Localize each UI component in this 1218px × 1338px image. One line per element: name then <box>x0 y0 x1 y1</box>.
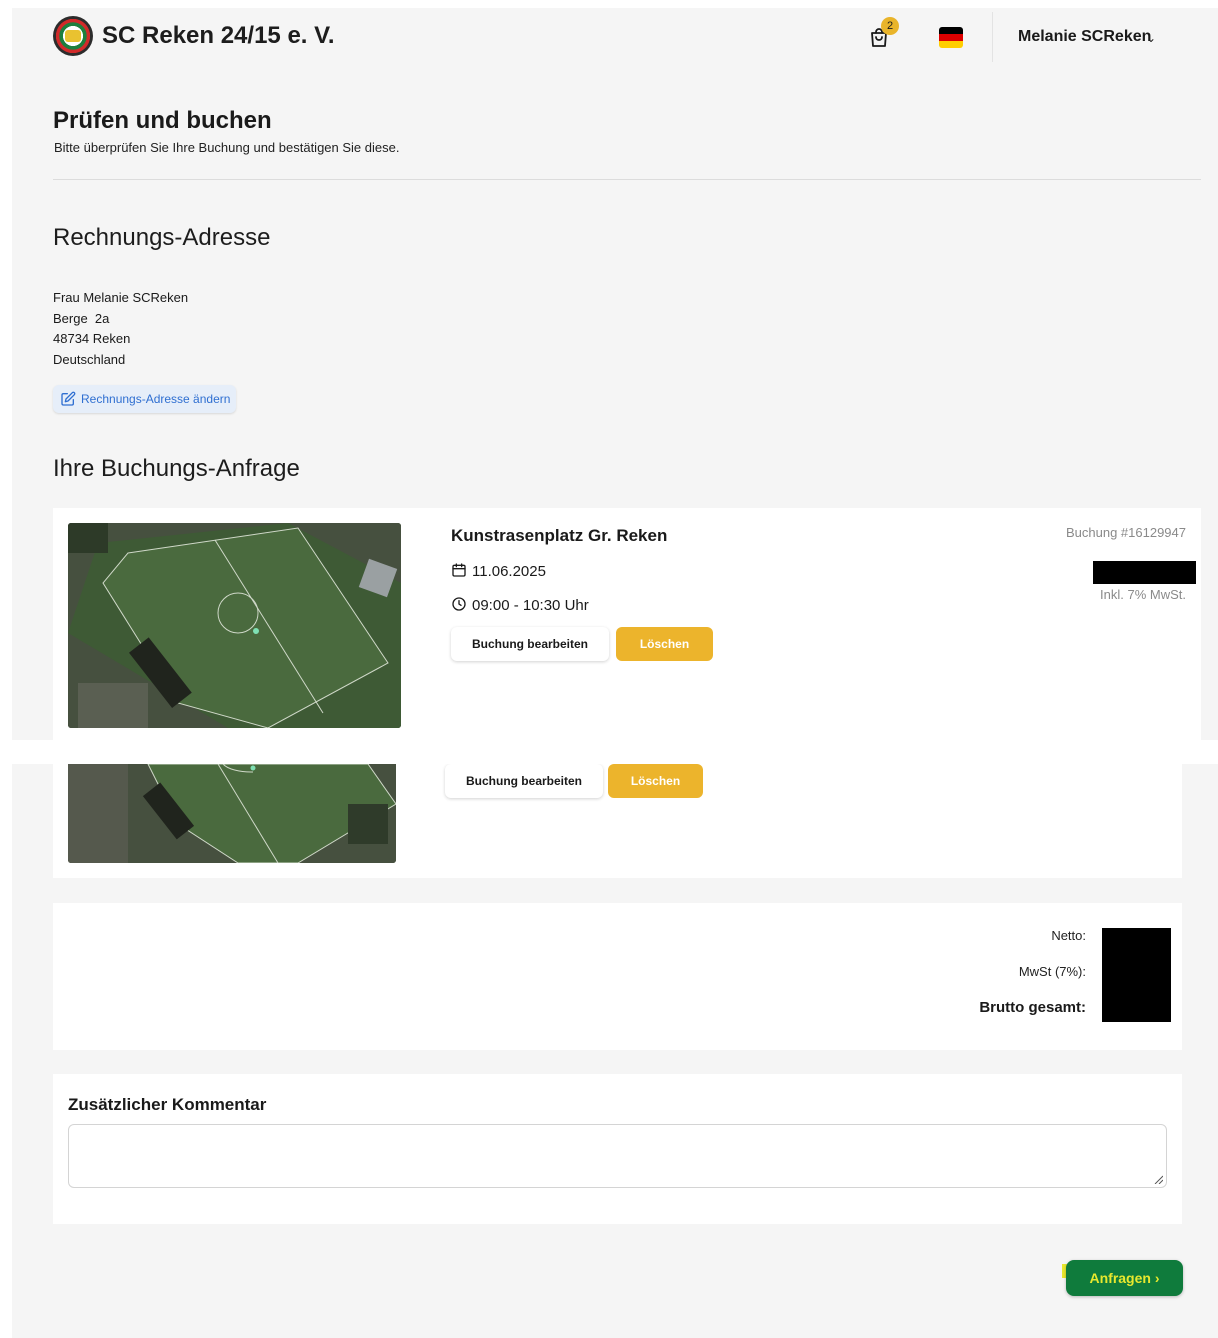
redacted-totals <box>1102 928 1171 1022</box>
address-line: Berge 2a <box>53 310 110 326</box>
edit-icon <box>61 391 76 406</box>
gross-total-label: Brutto gesamt: <box>979 999 1086 1016</box>
billing-address: Frau Melanie SCReken Berge 2a 48734 Reke… <box>53 288 188 370</box>
venue-name: Kunstrasenplatz Gr. Reken <box>451 526 668 545</box>
chevron-down-icon[interactable]: ⌄ <box>1146 31 1156 45</box>
booking-time-text: 09:00 - 10:30 Uhr <box>472 597 589 614</box>
submit-request-button[interactable]: Anfragen › <box>1066 1260 1183 1296</box>
totals-card: Netto: MwSt (7%): Brutto gesamt: <box>53 903 1182 1050</box>
address-line: 48734 Reken <box>53 331 131 347</box>
booking-heading: Ihre Buchungs-Anfrage <box>53 455 300 482</box>
comment-heading: Zusätzlicher Kommentar <box>68 1095 267 1114</box>
edit-billing-address-label: Rechnungs-Adresse ändern <box>81 392 231 406</box>
divider <box>53 179 1201 180</box>
booking-time: 09:00 - 10:30 Uhr <box>451 596 589 614</box>
pitch-aerial-image <box>68 523 401 728</box>
booking-card: Buchung bearbeiten Löschen <box>53 764 1182 878</box>
clock-icon <box>452 597 466 611</box>
user-menu[interactable]: Melanie SCReken <box>1018 28 1151 46</box>
header-divider <box>992 12 993 62</box>
comment-card: Zusätzlicher Kommentar <box>53 1074 1182 1224</box>
delete-booking-button[interactable]: Löschen <box>616 627 713 661</box>
vat-label: MwSt (7%): <box>1018 964 1086 979</box>
address-line: Deutschland <box>53 351 126 367</box>
booking-number: Buchung #16129947 <box>1065 525 1186 540</box>
booking-date: 11.06.2025 <box>451 562 546 580</box>
delete-booking-button[interactable]: Löschen <box>608 764 703 798</box>
edit-billing-address-button[interactable]: Rechnungs-Adresse ändern <box>53 385 237 413</box>
top-screenshot: SC Reken 24/15 e. V. 2 Melanie SCReken ⌄… <box>12 8 1218 740</box>
brand-name[interactable]: SC Reken 24/15 e. V. <box>102 22 335 50</box>
billing-heading: Rechnungs-Adresse <box>53 224 271 251</box>
page-title: Prüfen und buchen <box>53 107 272 134</box>
net-label: Netto: <box>1051 928 1086 943</box>
booking-card: Kunstrasenplatz Gr. Reken 11.06.2025 09:… <box>53 508 1201 740</box>
resize-handle-icon[interactable] <box>1153 1174 1163 1184</box>
calendar-icon <box>452 563 466 577</box>
pitch-aerial-image <box>68 764 396 863</box>
tax-note: Inkl. 7% MwSt. <box>1100 587 1186 602</box>
redacted-price <box>1093 561 1196 584</box>
booking-date-text: 11.06.2025 <box>472 563 546 580</box>
comment-textarea[interactable] <box>68 1124 1167 1188</box>
edit-booking-button[interactable]: Buchung bearbeiten <box>451 627 609 661</box>
german-flag-icon[interactable] <box>939 27 963 48</box>
club-logo[interactable] <box>53 16 93 56</box>
address-line: Frau Melanie SCReken <box>53 290 189 305</box>
site-header: SC Reken 24/15 e. V. 2 Melanie SCReken ⌄ <box>12 8 1218 70</box>
page-subtitle: Bitte überprüfen Sie Ihre Buchung und be… <box>54 140 400 155</box>
bottom-screenshot: Buchung bearbeiten Löschen Netto: MwSt (… <box>12 764 1218 1338</box>
edit-booking-button[interactable]: Buchung bearbeiten <box>445 764 603 798</box>
cart-count-badge: 2 <box>881 17 899 35</box>
